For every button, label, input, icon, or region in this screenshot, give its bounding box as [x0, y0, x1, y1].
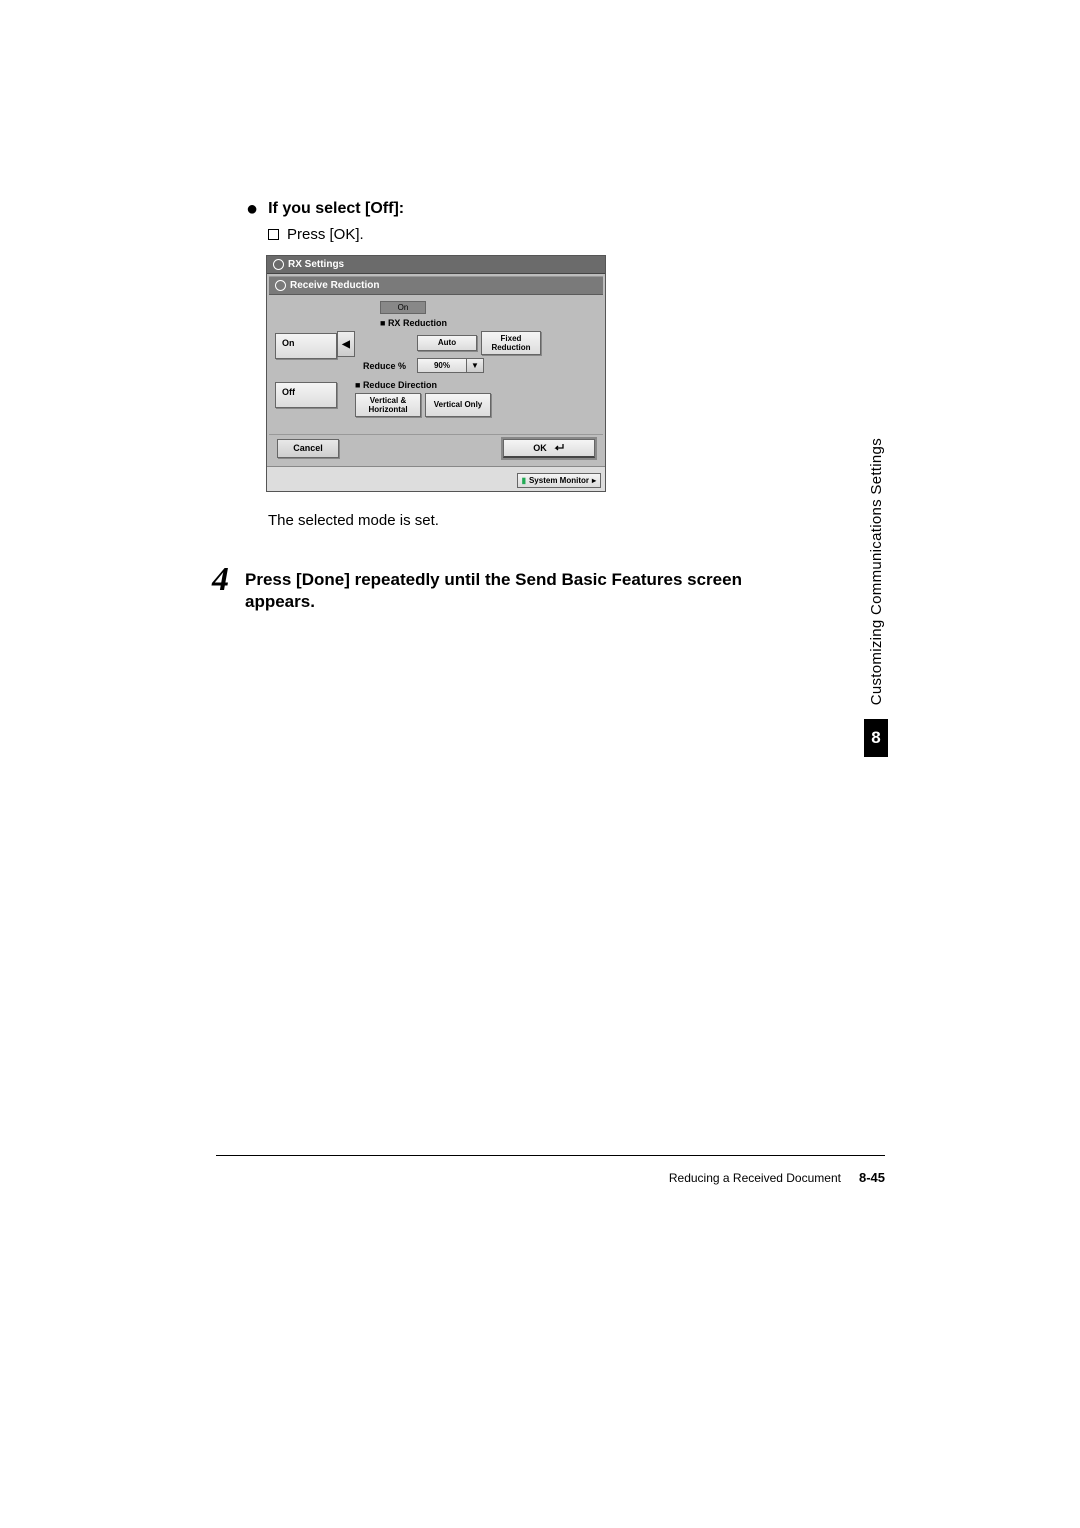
- ok-button[interactable]: OK: [503, 439, 595, 458]
- footer-page-number: 8-45: [859, 1170, 885, 1185]
- system-monitor-button[interactable]: ▮ System Monitor ▸: [517, 473, 601, 488]
- gear-icon: [275, 280, 286, 291]
- section-rx-label: ■ RX Reduction: [380, 318, 597, 328]
- checkbox-icon: [268, 229, 279, 240]
- footer-title: Reducing a Received Document: [669, 1171, 841, 1185]
- auto-button[interactable]: Auto: [417, 335, 477, 351]
- chevron-down-icon: ▼: [467, 358, 484, 373]
- step-text: Press [Done] repeatedly until the Send B…: [245, 565, 796, 613]
- cancel-button[interactable]: Cancel: [277, 439, 339, 458]
- reduce-pct-value: 90%: [417, 358, 467, 373]
- sub-instruction-row: Press [OK].: [268, 226, 796, 243]
- state-indicator: On: [380, 301, 426, 314]
- fixed-reduction-button[interactable]: Fixed Reduction: [481, 331, 541, 355]
- screenshot-footer: Cancel OK: [269, 434, 603, 464]
- on-button[interactable]: On: [275, 333, 337, 359]
- side-chapter-label: Customizing Communications Settings: [866, 430, 887, 713]
- sysmon-label: System Monitor: [529, 476, 589, 485]
- content-block: ● If you select [Off]: Press [OK]. RX Se…: [236, 200, 796, 613]
- dir-options: ■ Reduce Direction Vertical & Horizontal…: [355, 380, 597, 420]
- vertical-only-button[interactable]: Vertical Only: [425, 393, 491, 417]
- page-footer: Reducing a Received Document 8-45: [216, 1155, 885, 1185]
- title-sub-text: Receive Reduction: [290, 280, 379, 291]
- section-rx-text: RX Reduction: [388, 318, 447, 328]
- step-4-row: 4 Press [Done] repeatedly until the Send…: [212, 565, 796, 613]
- sub-instruction: Press [OK].: [287, 226, 364, 243]
- dir-buttons-row: Vertical & Horizontal Vertical Only: [355, 393, 597, 417]
- reduce-pct-row: Reduce % 90% ▼: [363, 358, 597, 373]
- sysmon-bar: ▮ System Monitor ▸: [267, 466, 605, 491]
- leftcol-off: Off: [275, 380, 335, 408]
- auto-fixed-row: Auto Fixed Reduction: [363, 331, 597, 355]
- vertical-horizontal-button[interactable]: Vertical & Horizontal: [355, 393, 421, 417]
- screenshot-title-main: RX Settings: [267, 256, 605, 274]
- dir-vert-text: Vertical Only: [434, 400, 482, 409]
- chevron-right-icon: ▸: [592, 476, 596, 485]
- side-tab: Customizing Communications Settings 8: [864, 430, 888, 757]
- screenshot-wrap: RX Settings Receive Reduction On ■ RX Re…: [266, 255, 796, 492]
- reduce-pct-label: Reduce %: [363, 361, 413, 371]
- rx-options: Auto Fixed Reduction Reduce % 90% ▼: [357, 331, 597, 376]
- return-icon: [553, 443, 565, 453]
- dir-both-text: Vertical & Horizontal: [368, 396, 407, 414]
- section-dir-label: ■ Reduce Direction: [355, 380, 597, 390]
- title-main-text: RX Settings: [288, 259, 344, 270]
- leftcol-on: On: [275, 331, 335, 359]
- gear-icon: [273, 259, 284, 270]
- step-number: 4: [212, 565, 229, 595]
- bullet-icon: ●: [246, 201, 258, 217]
- device-screenshot: RX Settings Receive Reduction On ■ RX Re…: [266, 255, 606, 492]
- side-chapter-number: 8: [864, 719, 888, 757]
- side-stack: Customizing Communications Settings 8: [864, 430, 888, 757]
- bullet-heading: If you select [Off]:: [268, 200, 404, 218]
- manual-page: ● If you select [Off]: Press [OK]. RX Se…: [0, 0, 1080, 1528]
- left-arrow-icon[interactable]: ◀: [337, 331, 355, 357]
- bullet-heading-row: ● If you select [Off]:: [246, 200, 796, 218]
- screenshot-title-sub: Receive Reduction: [269, 276, 603, 295]
- section-dir-text: Reduce Direction: [363, 380, 437, 390]
- result-text: The selected mode is set.: [268, 512, 796, 529]
- sysmon-icon: ▮: [522, 476, 526, 485]
- fixed-text: Fixed Reduction: [491, 334, 530, 352]
- off-button[interactable]: Off: [275, 382, 337, 408]
- ok-label: OK: [533, 443, 547, 453]
- reduce-pct-dropdown[interactable]: 90% ▼: [417, 358, 484, 373]
- screenshot-body: On ■ RX Reduction On ◀ Auto Fixed Reduct…: [267, 295, 605, 428]
- row-on: On ◀ Auto Fixed Reduction Reduce %: [275, 331, 597, 376]
- row-off: Off ■ Reduce Direction Vertical & Horizo…: [275, 380, 597, 420]
